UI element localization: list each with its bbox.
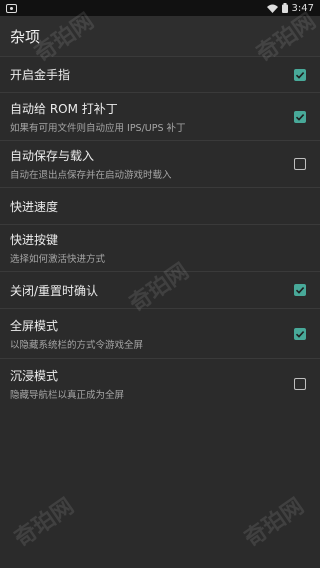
setting-cheats[interactable]: 开启金手指 <box>0 56 320 92</box>
checkbox-immersive[interactable] <box>294 377 306 390</box>
checkbox-fullscreen[interactable] <box>294 327 306 340</box>
setting-auto-save[interactable]: 自动保存与载入 自动在退出点保存并在启动游戏时载入 <box>0 140 320 187</box>
setting-fast-forward-speed[interactable]: 快进速度 <box>0 187 320 224</box>
setting-title: 自动保存与载入 <box>10 149 95 163</box>
checkbox-confirm-close[interactable] <box>294 284 306 296</box>
setting-confirm-close[interactable]: 关闭/重置时确认 <box>0 271 320 308</box>
setting-title: 沉浸模式 <box>10 368 59 383</box>
setting-fullscreen[interactable]: 全屏模式 以隐藏系统栏的方式令游戏全屏 <box>0 308 320 358</box>
status-bar: 3:47 <box>0 0 320 16</box>
setting-title: 自动给 ROM 打补丁 <box>10 101 118 116</box>
setting-subtitle: 隐藏导航栏以真正成为全屏 <box>10 389 125 401</box>
setting-title: 开启金手指 <box>10 68 71 82</box>
checkbox-cheats[interactable] <box>294 68 306 81</box>
setting-subtitle: 以隐藏系统栏的方式令游戏全屏 <box>10 339 144 351</box>
wifi-icon <box>266 4 278 13</box>
setting-subtitle: 自动在退出点保存并在启动游戏时载入 <box>10 170 172 181</box>
watermark: 奇珀网 <box>10 493 79 553</box>
checkbox-auto-patch[interactable] <box>294 110 306 123</box>
setting-title: 关闭/重置时确认 <box>10 283 99 298</box>
setting-auto-patch[interactable]: 自动给 ROM 打补丁 如果有可用文件则自动应用 IPS/UPS 补丁 <box>0 92 320 140</box>
settings-list: 开启金手指 自动给 ROM 打补丁 如果有可用文件则自动应用 IPS/UPS 补… <box>0 56 320 408</box>
setting-subtitle: 如果有可用文件则自动应用 IPS/UPS 补丁 <box>10 122 186 134</box>
setting-immersive[interactable]: 沉浸模式 隐藏导航栏以真正成为全屏 <box>0 358 320 408</box>
watermark: 奇珀网 <box>240 493 309 553</box>
checkbox-auto-save[interactable] <box>294 158 306 170</box>
checkmark-icon <box>295 113 305 121</box>
setting-title: 快进按键 <box>10 233 59 247</box>
battery-icon <box>281 3 288 13</box>
checkmark-icon <box>295 287 305 294</box>
setting-title: 全屏模式 <box>10 318 59 333</box>
checkmark-icon <box>295 71 305 79</box>
setting-fast-forward-key[interactable]: 快进按键 选择如何激活快进方式 <box>0 224 320 271</box>
setting-subtitle: 选择如何激活快进方式 <box>10 254 106 265</box>
app-bar: 杂项 <box>0 16 320 56</box>
status-time: 3:47 <box>291 2 314 14</box>
page-title: 杂项 <box>10 27 41 46</box>
checkmark-icon <box>295 330 305 338</box>
app-notification-icon <box>6 3 17 13</box>
setting-title: 快进速度 <box>10 199 59 214</box>
